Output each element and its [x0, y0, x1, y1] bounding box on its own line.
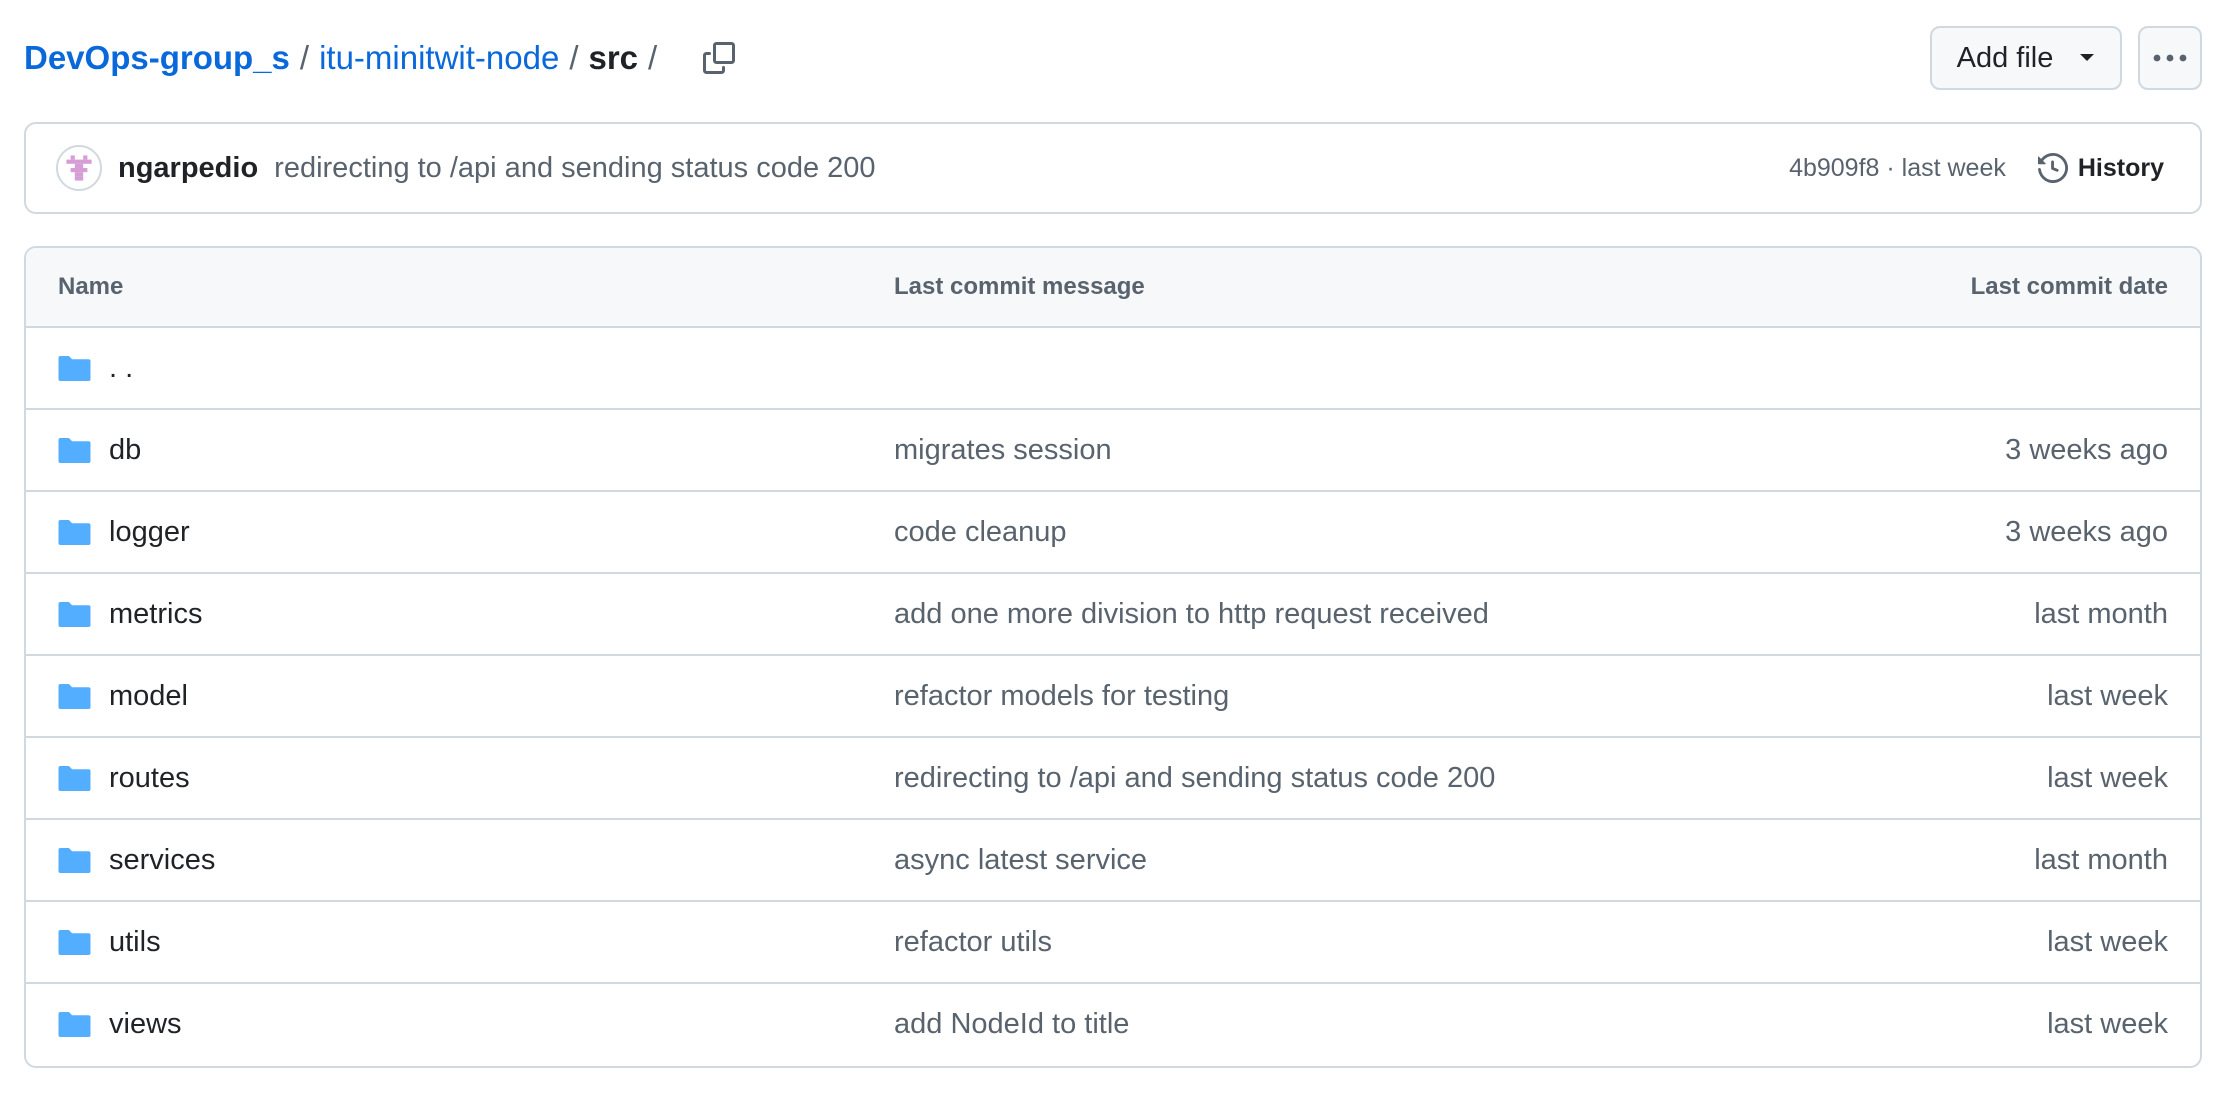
table-row[interactable]: model refactor models for testing last w…: [26, 656, 2200, 738]
breadcrumb-separator: /: [299, 39, 310, 76]
copy-path-button[interactable]: [695, 34, 743, 82]
parent-directory-row[interactable]: . .: [26, 328, 2200, 410]
copy-icon: [703, 42, 736, 74]
folder-icon: [58, 848, 91, 873]
breadcrumb-repo-link[interactable]: itu-minitwit-node: [319, 39, 559, 77]
breadcrumb-current-folder: src: [588, 39, 639, 76]
kebab-horizontal-icon: [2153, 54, 2187, 62]
more-options-button[interactable]: [2138, 26, 2202, 90]
name-cell: . .: [26, 352, 894, 385]
folder-link[interactable]: model: [109, 680, 188, 713]
name-cell: db: [26, 434, 894, 467]
column-header-message: Last commit message: [894, 273, 1145, 300]
commit-message-link[interactable]: code cleanup: [894, 516, 1067, 548]
folder-icon: [58, 356, 91, 381]
commit-date: last month: [2034, 843, 2168, 876]
commit-date: last week: [2047, 925, 2168, 958]
commit-message-link[interactable]: add NodeId to title: [894, 1008, 1129, 1040]
commit-date: last week: [2047, 679, 2168, 712]
commit-message-link[interactable]: refactor models for testing: [894, 680, 1229, 712]
table-row[interactable]: logger code cleanup 3 weeks ago: [26, 492, 2200, 574]
history-label: History: [2077, 153, 2164, 182]
name-cell: model: [26, 680, 894, 713]
folder-icon: [58, 930, 91, 955]
name-cell: utils: [26, 926, 894, 959]
commit-message-link[interactable]: refactor utils: [894, 926, 1052, 958]
name-cell: logger: [26, 516, 894, 549]
repo-file-browser: DevOps-group_s / itu-minitwit-node / src…: [0, 0, 2226, 1106]
add-file-label: Add file: [1956, 41, 2054, 74]
name-cell: services: [26, 844, 894, 877]
commit-date: last month: [2034, 597, 2168, 630]
commit-message-link[interactable]: redirecting to /api and sending status c…: [894, 762, 1495, 794]
column-header-date: Last commit date: [1970, 273, 2168, 300]
commit-date: last week: [2047, 1007, 2168, 1040]
avatar[interactable]: [56, 145, 102, 191]
commit-sha-link[interactable]: 4b909f8 · last week: [1789, 154, 2006, 183]
page-header: DevOps-group_s / itu-minitwit-node / src…: [24, 26, 2202, 90]
folder-icon: [58, 520, 91, 545]
table-row[interactable]: services async latest service last month: [26, 820, 2200, 902]
folder-icon: [58, 438, 91, 463]
column-header-name: Name: [58, 273, 124, 300]
table-row[interactable]: utils refactor utils last week: [26, 902, 2200, 984]
table-row[interactable]: db migrates session 3 weeks ago: [26, 410, 2200, 492]
commit-date: 3 weeks ago: [2005, 515, 2168, 548]
folder-link[interactable]: services: [109, 844, 215, 877]
name-cell: routes: [26, 762, 894, 795]
folder-icon: [58, 766, 91, 791]
breadcrumb-owner-link[interactable]: DevOps-group_s: [24, 39, 290, 77]
parent-directory-link[interactable]: . .: [109, 352, 133, 385]
table-row[interactable]: routes redirecting to /api and sending s…: [26, 738, 2200, 820]
commit-meta: 4b909f8 · last week History: [1789, 153, 2164, 183]
history-button[interactable]: History: [2037, 153, 2164, 183]
breadcrumb-separator: /: [569, 39, 579, 76]
folder-link[interactable]: db: [109, 434, 141, 467]
folder-link[interactable]: utils: [109, 926, 161, 959]
commit-message-link[interactable]: async latest service: [894, 844, 1147, 876]
commit-message-link[interactable]: add one more division to http request re…: [894, 598, 1489, 630]
breadcrumb: DevOps-group_s / itu-minitwit-node / src…: [24, 34, 743, 82]
name-cell: metrics: [26, 598, 894, 631]
commit-author-link[interactable]: ngarpedio: [118, 152, 258, 185]
commit-message-link[interactable]: redirecting to /api and sending status c…: [274, 152, 875, 185]
commit-date: last week: [2047, 761, 2168, 794]
latest-commit-bar: ngarpedio redirecting to /api and sendin…: [24, 122, 2202, 214]
table-row[interactable]: views add NodeId to title last week: [26, 984, 2200, 1064]
name-cell: views: [26, 1008, 894, 1041]
header-actions: Add file: [1930, 26, 2202, 90]
identicon-avatar-icon: [58, 147, 100, 189]
history-icon: [2037, 153, 2068, 183]
folder-icon: [58, 1012, 91, 1037]
folder-link[interactable]: logger: [109, 516, 190, 549]
file-table: Name Last commit message Last commit dat…: [24, 246, 2202, 1068]
table-header: Name Last commit message Last commit dat…: [26, 248, 2200, 328]
folder-icon: [58, 602, 91, 627]
folder-link[interactable]: views: [109, 1008, 182, 1041]
folder-link[interactable]: metrics: [109, 598, 202, 631]
add-file-button[interactable]: Add file: [1930, 26, 2122, 90]
breadcrumb-separator: /: [648, 39, 658, 76]
caret-down-icon: [2080, 54, 2095, 61]
commit-date: 3 weeks ago: [2005, 433, 2168, 466]
table-row[interactable]: metrics add one more division to http re…: [26, 574, 2200, 656]
folder-link[interactable]: routes: [109, 762, 190, 795]
commit-message-link[interactable]: migrates session: [894, 434, 1112, 466]
folder-icon: [58, 684, 91, 709]
